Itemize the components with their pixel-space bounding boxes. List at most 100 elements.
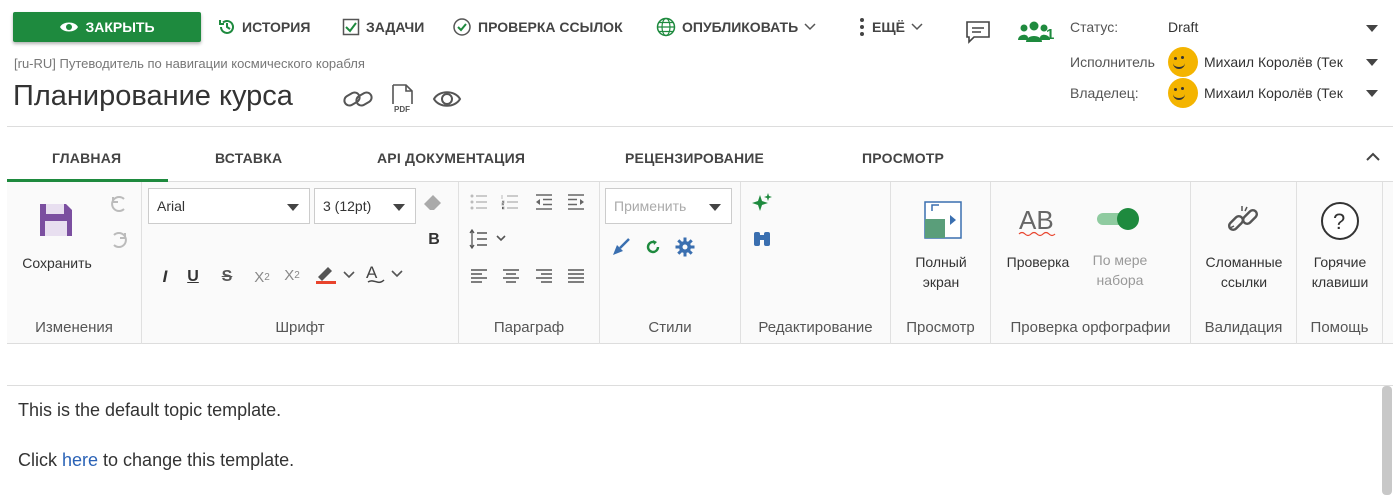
- owner-row[interactable]: Владелец: Михаил Королёв (Тек: [1070, 78, 1380, 108]
- tab-home[interactable]: ГЛАВНАЯ: [52, 150, 121, 166]
- as-you-type-toggle[interactable]: [1095, 206, 1141, 232]
- globe-icon: [656, 17, 676, 37]
- more-button[interactable]: ЕЩЁ: [858, 16, 923, 38]
- tab-view[interactable]: ПРОСМОТР: [862, 150, 944, 166]
- font-color-icon[interactable]: A: [364, 262, 408, 286]
- highlight-color-icon[interactable]: [314, 262, 358, 286]
- broken-links-label[interactable]: Сломанные ссылки: [1191, 252, 1297, 292]
- save-icon: [40, 204, 72, 236]
- strikethrough-icon[interactable]: S: [218, 266, 236, 288]
- style-select-placeholder: Применить: [614, 198, 687, 214]
- align-center-icon[interactable]: [501, 266, 521, 286]
- tasks-button[interactable]: ЗАДАЧИ: [342, 16, 424, 38]
- history-button[interactable]: ИСТОРИЯ: [218, 16, 310, 38]
- title-actions: PDF: [342, 84, 462, 114]
- assignee-row[interactable]: Исполнитель Михаил Королёв (Тек: [1070, 47, 1380, 77]
- breadcrumb: [ru-RU] Путеводитель по навигации космич…: [14, 56, 365, 71]
- history-icon: [219, 19, 234, 34]
- assignee-avatar: [1168, 47, 1198, 77]
- as-you-type-line2: набора: [1096, 272, 1144, 288]
- status-row[interactable]: Статус: Draft: [1070, 19, 1380, 35]
- pdf-icon[interactable]: PDF: [390, 84, 416, 114]
- refresh-icon[interactable]: [642, 236, 664, 258]
- change-template-link[interactable]: here: [62, 450, 98, 470]
- save-button[interactable]: [38, 202, 74, 238]
- find-binoculars-icon[interactable]: [751, 228, 773, 250]
- top-toolbar: ЗАКРЫТЬ ИСТОРИЯ ЗАДАЧИ ПРОВЕРКА ССЫЛОК О…: [0, 0, 1060, 52]
- broken-links-line1: Сломанные: [1205, 254, 1283, 270]
- indent-icon[interactable]: [566, 192, 586, 212]
- hotkeys-button[interactable]: ?: [1319, 200, 1361, 242]
- publish-button[interactable]: ОПУБЛИКОВАТЬ: [656, 16, 816, 38]
- hotkeys-label[interactable]: Горячие клавиши: [1297, 252, 1383, 292]
- tab-insert[interactable]: ВСТАВКА: [215, 150, 282, 166]
- group-paragraph: Параграф: [459, 182, 600, 344]
- editor-line-2-prefix: Click: [18, 450, 62, 470]
- bullet-list-icon[interactable]: [469, 192, 489, 212]
- status-dropdown-icon[interactable]: [1366, 25, 1378, 32]
- group-view-label: Просмотр: [906, 319, 975, 336]
- chevron-down-icon: [393, 204, 405, 211]
- fullscreen-button[interactable]: [923, 200, 963, 240]
- align-right-icon[interactable]: [534, 266, 554, 286]
- tab-api-docs[interactable]: API ДОКУМЕНТАЦИЯ: [377, 150, 525, 166]
- collapse-ribbon-icon[interactable]: [1366, 152, 1380, 162]
- editor-content[interactable]: This is the default topic template. Clic…: [7, 386, 1393, 495]
- as-you-type-label: По мере набора: [1079, 250, 1161, 290]
- fullscreen-label-line1: Полный: [915, 254, 967, 270]
- users-button[interactable]: 1: [1012, 18, 1056, 46]
- assignee-dropdown-icon[interactable]: [1366, 59, 1378, 66]
- header-divider: [7, 126, 1393, 127]
- line-spacing-icon[interactable]: [469, 228, 509, 250]
- ribbon-tabs: ГЛАВНАЯ ВСТАВКА API ДОКУМЕНТАЦИЯ РЕЦЕНЗИ…: [7, 140, 1393, 182]
- owner-dropdown-icon[interactable]: [1366, 90, 1378, 97]
- group-spelling-label: Проверка орфографии: [1010, 319, 1171, 336]
- broken-links-button[interactable]: [1223, 200, 1263, 240]
- tab-review[interactable]: РЕЦЕНЗИРОВАНИЕ: [625, 150, 764, 166]
- ribbon: Сохранить Изменения Arial 3 (12pt) B I U…: [7, 182, 1393, 344]
- eraser-icon[interactable]: [422, 192, 444, 214]
- sparkle-icon[interactable]: [751, 192, 773, 214]
- link-check-button[interactable]: ПРОВЕРКА ССЫЛОК: [452, 16, 623, 38]
- page-title: Планирование курса: [13, 80, 293, 112]
- owner-value: Михаил Королёв (Тек: [1204, 85, 1343, 101]
- save-label[interactable]: Сохранить: [15, 253, 99, 273]
- comments-icon[interactable]: [964, 18, 992, 46]
- subscript-icon[interactable]: X2: [250, 266, 274, 288]
- underline-icon[interactable]: U: [184, 266, 202, 288]
- gear-icon[interactable]: [674, 236, 696, 258]
- font-name-select[interactable]: Arial: [148, 188, 310, 224]
- fullscreen-label[interactable]: Полный экран: [891, 252, 991, 292]
- editor-scrollbar[interactable]: [1382, 386, 1392, 495]
- font-size-select[interactable]: 3 (12pt): [314, 188, 416, 224]
- group-help: ? Горячие клавиши Помощь: [1297, 182, 1383, 344]
- users-count: 1: [1046, 26, 1055, 43]
- link-icon[interactable]: [342, 87, 374, 111]
- svg-text:?: ?: [1333, 209, 1345, 234]
- close-button[interactable]: ЗАКРЫТЬ: [13, 12, 201, 42]
- spellcheck-label[interactable]: Проверка: [997, 252, 1079, 272]
- svg-text:AB: AB: [1019, 205, 1054, 235]
- owner-label: Владелец:: [1070, 85, 1139, 101]
- numbered-list-icon[interactable]: [500, 192, 520, 212]
- italic-icon[interactable]: I: [156, 266, 174, 288]
- preview-eye-icon[interactable]: [432, 88, 462, 110]
- style-brush-icon[interactable]: [610, 236, 632, 258]
- owner-avatar: [1168, 78, 1198, 108]
- as-you-type-line1: По мере: [1092, 252, 1148, 268]
- spellcheck-icon[interactable]: AB: [1017, 202, 1057, 238]
- hotkeys-line1: Горячие: [1313, 254, 1367, 270]
- font-size-value: 3 (12pt): [323, 198, 372, 214]
- group-font-label: Шрифт: [275, 319, 325, 336]
- redo-icon[interactable]: [109, 230, 129, 250]
- outdent-icon[interactable]: [534, 192, 554, 212]
- broken-link-icon: [1227, 206, 1259, 232]
- bold-icon[interactable]: B: [425, 230, 443, 250]
- assignee-value: Михаил Королёв (Тек: [1204, 54, 1343, 70]
- align-justify-icon[interactable]: [566, 266, 586, 286]
- align-left-icon[interactable]: [469, 266, 489, 286]
- superscript-icon[interactable]: X2: [280, 264, 304, 286]
- chevron-down-icon: [287, 204, 299, 211]
- undo-icon[interactable]: [109, 194, 129, 214]
- style-select[interactable]: Применить: [605, 188, 732, 224]
